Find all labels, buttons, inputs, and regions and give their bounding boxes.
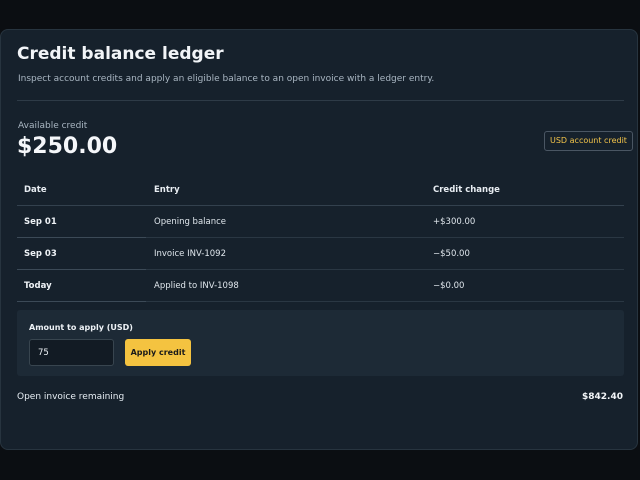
available-credit-value: $250.00 xyxy=(17,134,118,159)
row-entry: Invoice INV-1092 xyxy=(146,237,426,270)
credit-ledger-card: Credit balance ledger Inspect account cr… xyxy=(0,29,638,450)
row-date: Sep 03 xyxy=(17,237,146,270)
row-entry: Applied to INV-1098 xyxy=(146,269,426,302)
table-row: Sep 01 Opening balance +$300.00 xyxy=(17,205,624,238)
header-divider xyxy=(17,100,624,101)
ledger-table: Date Entry Credit change Sep 01 Opening … xyxy=(17,174,624,302)
page-subtitle: Inspect account credits and apply an eli… xyxy=(18,74,435,84)
row-entry: Opening balance xyxy=(146,205,426,238)
column-header-entry: Entry xyxy=(146,174,426,206)
table-row: Sep 03 Invoice INV-1092 −$50.00 xyxy=(17,237,624,270)
column-header-date: Date xyxy=(17,174,146,206)
column-header-credit-change: Credit change xyxy=(426,174,624,206)
amount-field-label: Amount to apply (USD) xyxy=(29,323,133,332)
amount-input[interactable] xyxy=(29,339,114,366)
apply-credit-panel: Amount to apply (USD) Apply credit xyxy=(17,310,624,376)
open-invoice-remaining-label: Open invoice remaining xyxy=(17,392,125,402)
row-date: Today xyxy=(17,269,146,302)
row-credit-change: +$300.00 xyxy=(426,205,624,238)
ledger-header-row: Date Entry Credit change xyxy=(17,174,624,206)
page-title: Credit balance ledger xyxy=(17,44,224,64)
row-credit-change: −$0.00 xyxy=(426,269,624,302)
available-credit-label: Available credit xyxy=(18,121,88,131)
currency-badge: USD account credit xyxy=(544,131,633,151)
apply-credit-button[interactable]: Apply credit xyxy=(125,339,191,366)
open-invoice-remaining-value: $842.40 xyxy=(582,392,623,402)
row-date: Sep 01 xyxy=(17,205,146,238)
table-row: Today Applied to INV-1098 −$0.00 xyxy=(17,269,624,302)
row-credit-change: −$50.00 xyxy=(426,237,624,270)
